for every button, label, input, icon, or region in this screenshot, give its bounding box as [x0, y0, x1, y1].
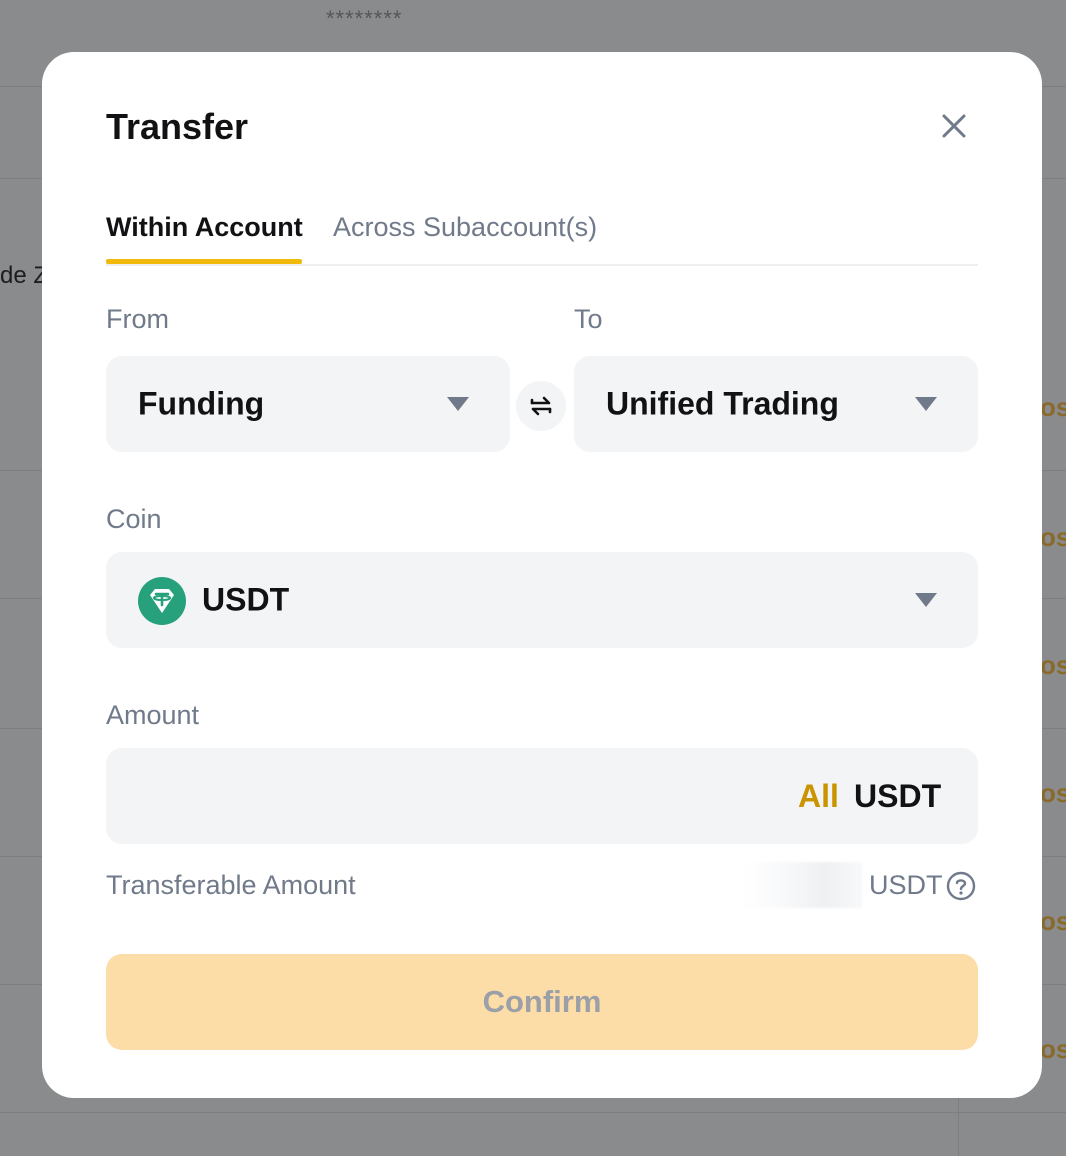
from-label: From [106, 304, 169, 334]
bg-deposit-link: osi [1040, 1034, 1066, 1064]
tab-within-account[interactable]: Within Account [106, 212, 303, 243]
bg-deposit-link: osi [1040, 522, 1066, 552]
coin-value: USDT [202, 581, 290, 618]
to-account-select[interactable]: Unified Trading [574, 356, 978, 452]
question-circle-icon[interactable] [946, 871, 976, 901]
transferable-amount-label: Transferable Amount [106, 870, 356, 900]
tab-across-subaccounts[interactable]: Across Subaccount(s) [333, 212, 597, 243]
confirm-button-label: Confirm [482, 984, 602, 1019]
to-account-value: Unified Trading [606, 385, 839, 422]
bg-deposit-link: osi [1040, 906, 1066, 936]
chevron-down-icon [915, 397, 937, 411]
transfer-tabs: Within Account Across Subaccount(s) [106, 212, 978, 266]
amount-field: All USDT [106, 748, 978, 844]
bg-masked-text: ******** [326, 6, 403, 31]
chevron-down-icon [447, 397, 469, 411]
close-icon[interactable] [935, 107, 973, 145]
amount-unit: USDT [854, 778, 942, 814]
chevron-down-icon [915, 593, 937, 607]
from-account-value: Funding [138, 385, 265, 422]
coin-label: Coin [106, 504, 162, 534]
transferable-amount-value [742, 862, 862, 908]
confirm-button[interactable]: Confirm [106, 954, 978, 1050]
bg-deposit-link: osi [1040, 778, 1066, 808]
amount-label: Amount [106, 700, 200, 730]
transferable-amount-unit: USDT [869, 870, 943, 900]
swap-icon[interactable] [516, 381, 566, 431]
transfer-modal: Transfer Within Account Across Subaccoun… [42, 52, 1042, 1098]
tether-icon [138, 577, 186, 625]
bg-deposit-link: osi [1040, 392, 1066, 422]
bg-deposit-link: osi [1040, 650, 1066, 680]
modal-title: Transfer [106, 106, 249, 147]
amount-input[interactable] [136, 768, 780, 826]
bg-cut-text: de Z [0, 262, 49, 289]
from-account-select[interactable]: Funding [106, 356, 510, 452]
bg-divider [958, 1098, 959, 1156]
coin-select[interactable]: USDT [106, 552, 978, 648]
bg-divider [0, 1112, 1066, 1113]
active-tab-indicator [106, 259, 302, 264]
to-label: To [574, 304, 603, 334]
all-amount-button[interactable]: All [798, 778, 839, 815]
